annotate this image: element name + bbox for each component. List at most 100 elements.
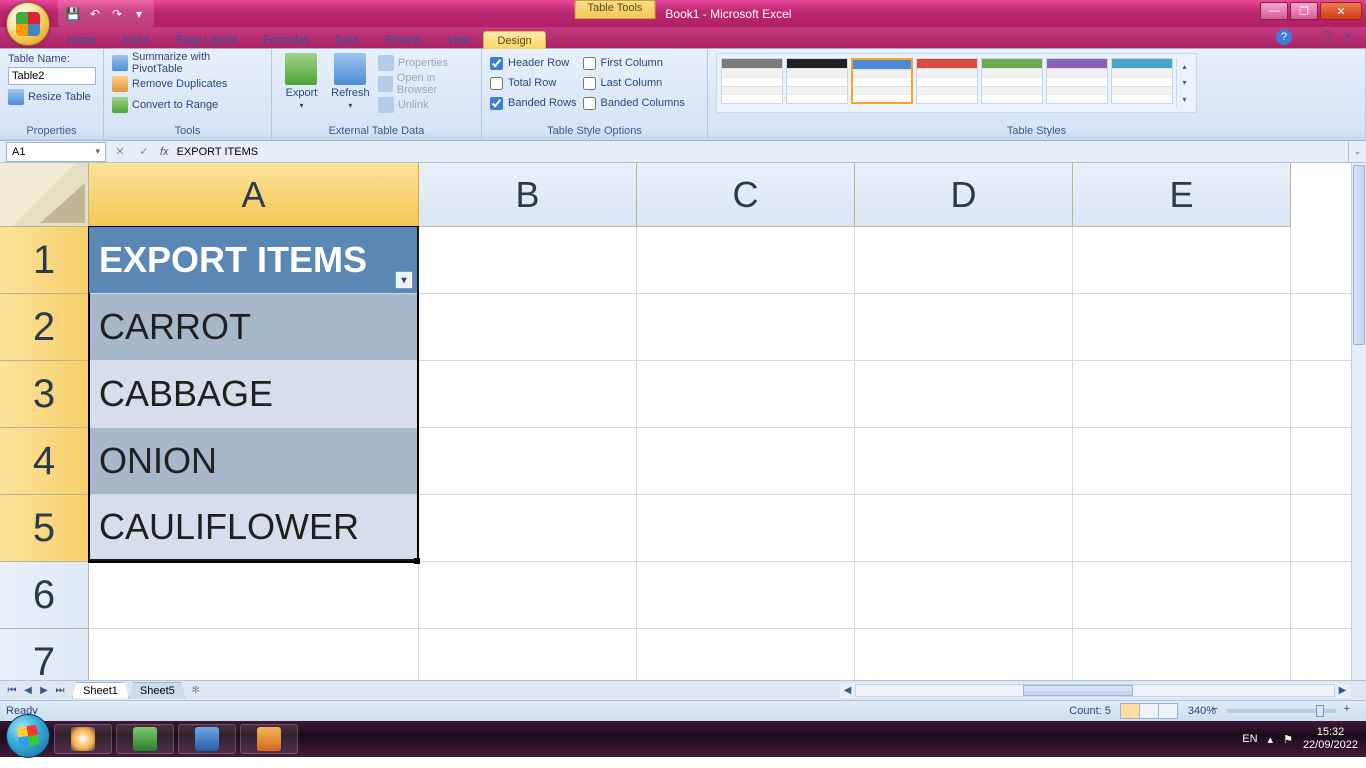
cell-b1[interactable] [419, 227, 637, 293]
cell-a4[interactable]: ONION [89, 428, 419, 494]
hscroll-left-icon[interactable]: ◀ [840, 685, 855, 696]
cell-e5[interactable] [1073, 495, 1291, 561]
cell-d5[interactable] [855, 495, 1073, 561]
save-icon[interactable]: 💾 [64, 5, 82, 23]
close-button[interactable]: ✕ [1320, 2, 1362, 20]
cell-a7[interactable] [89, 629, 419, 680]
undo-icon[interactable]: ↶ [86, 5, 104, 23]
banded-rows-checkbox[interactable]: Banded Rows [490, 93, 577, 113]
row-header-1[interactable]: 1 [0, 227, 89, 294]
cell-e3[interactable] [1073, 361, 1291, 427]
cell-a1[interactable]: EXPORT ITEMS▾ [89, 227, 419, 293]
cell-b4[interactable] [419, 428, 637, 494]
cell-a6[interactable] [89, 562, 419, 628]
row-header-7[interactable]: 7 [0, 629, 89, 680]
page-break-view-button[interactable] [1158, 703, 1178, 719]
namebox-dropdown-icon[interactable]: ▾ [95, 146, 100, 157]
gallery-more-button[interactable]: ▴▾▾ [1176, 58, 1192, 108]
table-name-input[interactable] [8, 67, 96, 85]
table-style-thumb[interactable] [1046, 58, 1108, 104]
expand-formulabar-icon[interactable]: ⌄ [1348, 141, 1366, 162]
vscroll-thumb[interactable] [1353, 165, 1365, 345]
tab-insert[interactable]: Insert [109, 31, 163, 48]
cell-c4[interactable] [637, 428, 855, 494]
tab-review[interactable]: Review [372, 31, 434, 48]
tab-formulas[interactable]: Formulas [251, 31, 323, 48]
table-style-thumb[interactable] [721, 58, 783, 104]
mdi-minimize-icon[interactable]: — [1300, 31, 1314, 43]
next-sheet-icon[interactable]: ▶ [36, 685, 52, 696]
total-row-checkbox[interactable]: Total Row [490, 73, 577, 93]
taskbar-paint[interactable] [240, 724, 298, 754]
tab-page-layout[interactable]: Page Layout [163, 31, 251, 48]
cancel-formula-icon[interactable]: ✕ [108, 145, 132, 158]
cell-c5[interactable] [637, 495, 855, 561]
tab-data[interactable]: Data [322, 31, 371, 48]
prev-sheet-icon[interactable]: ◀ [20, 685, 36, 696]
cell-c6[interactable] [637, 562, 855, 628]
zoom-slider[interactable] [1226, 709, 1336, 713]
cell-d2[interactable] [855, 294, 1073, 360]
tab-home[interactable]: Home [54, 31, 109, 48]
cell-c2[interactable] [637, 294, 855, 360]
vertical-scrollbar[interactable] [1351, 163, 1366, 680]
last-sheet-icon[interactable]: ⏭ [52, 685, 68, 696]
cell-a3[interactable]: CABBAGE [89, 361, 419, 427]
first-column-checkbox[interactable]: First Column [583, 53, 685, 73]
cell-d3[interactable] [855, 361, 1073, 427]
table-styles-gallery[interactable]: ▴▾▾ [716, 53, 1197, 113]
cell-c1[interactable] [637, 227, 855, 293]
cell-d7[interactable] [855, 629, 1073, 680]
first-sheet-icon[interactable]: ⏮ [4, 685, 20, 696]
table-style-thumb[interactable] [916, 58, 978, 104]
cell-e1[interactable] [1073, 227, 1291, 293]
table-style-thumb[interactable] [851, 58, 913, 104]
cell-c7[interactable] [637, 629, 855, 680]
new-sheet-icon[interactable]: ✻ [186, 685, 206, 696]
column-header-b[interactable]: B [419, 163, 637, 227]
table-style-thumb[interactable] [786, 58, 848, 104]
page-layout-view-button[interactable] [1139, 703, 1159, 719]
convert-range-button[interactable]: Convert to Range [112, 95, 218, 115]
row-header-5[interactable]: 5 [0, 495, 89, 562]
cell-e4[interactable] [1073, 428, 1291, 494]
start-button[interactable] [6, 714, 50, 758]
row-header-6[interactable]: 6 [0, 562, 89, 629]
row-header-3[interactable]: 3 [0, 361, 89, 428]
name-box[interactable]: A1▾ [6, 142, 106, 162]
worksheet-grid[interactable]: ABCDE 1234567 EXPORT ITEMS▾ CARROT CABBA… [0, 163, 1366, 680]
qat-dropdown-icon[interactable]: ▾ [130, 5, 148, 23]
resize-table-button[interactable]: Resize Table [8, 87, 91, 107]
fx-icon[interactable]: fx [156, 146, 173, 158]
select-all-corner[interactable] [0, 163, 89, 227]
horizontal-scrollbar[interactable]: ◀▶ [840, 683, 1350, 698]
cell-e2[interactable] [1073, 294, 1291, 360]
minimize-button[interactable]: — [1260, 2, 1288, 20]
cell-d1[interactable] [855, 227, 1073, 293]
column-header-c[interactable]: C [637, 163, 855, 227]
last-column-checkbox[interactable]: Last Column [583, 73, 685, 93]
cell-b2[interactable] [419, 294, 637, 360]
cell-c3[interactable] [637, 361, 855, 427]
tab-view[interactable]: View [434, 31, 484, 48]
taskbar-word[interactable] [178, 724, 236, 754]
redo-icon[interactable]: ↷ [108, 5, 126, 23]
hscroll-thumb[interactable] [1023, 685, 1133, 696]
filter-dropdown-icon[interactable]: ▾ [395, 271, 413, 289]
header-row-checkbox[interactable]: Header Row [490, 53, 577, 73]
table-style-thumb[interactable] [1111, 58, 1173, 104]
taskbar-firefox[interactable] [54, 724, 112, 754]
mdi-close-icon[interactable]: ✕ [1344, 31, 1358, 43]
row-header-4[interactable]: 4 [0, 428, 89, 495]
normal-view-button[interactable] [1120, 703, 1140, 719]
maximize-button[interactable]: ❐ [1290, 2, 1318, 20]
mdi-restore-icon[interactable]: ❐ [1322, 31, 1336, 43]
cell-b3[interactable] [419, 361, 637, 427]
cell-e7[interactable] [1073, 629, 1291, 680]
sheet-tab-sheet1[interactable]: Sheet1 [72, 682, 129, 699]
column-header-e[interactable]: E [1073, 163, 1291, 227]
cell-a2[interactable]: CARROT [89, 294, 419, 360]
column-header-d[interactable]: D [855, 163, 1073, 227]
help-icon[interactable]: ? [1276, 29, 1292, 45]
column-header-a[interactable]: A [89, 163, 419, 227]
